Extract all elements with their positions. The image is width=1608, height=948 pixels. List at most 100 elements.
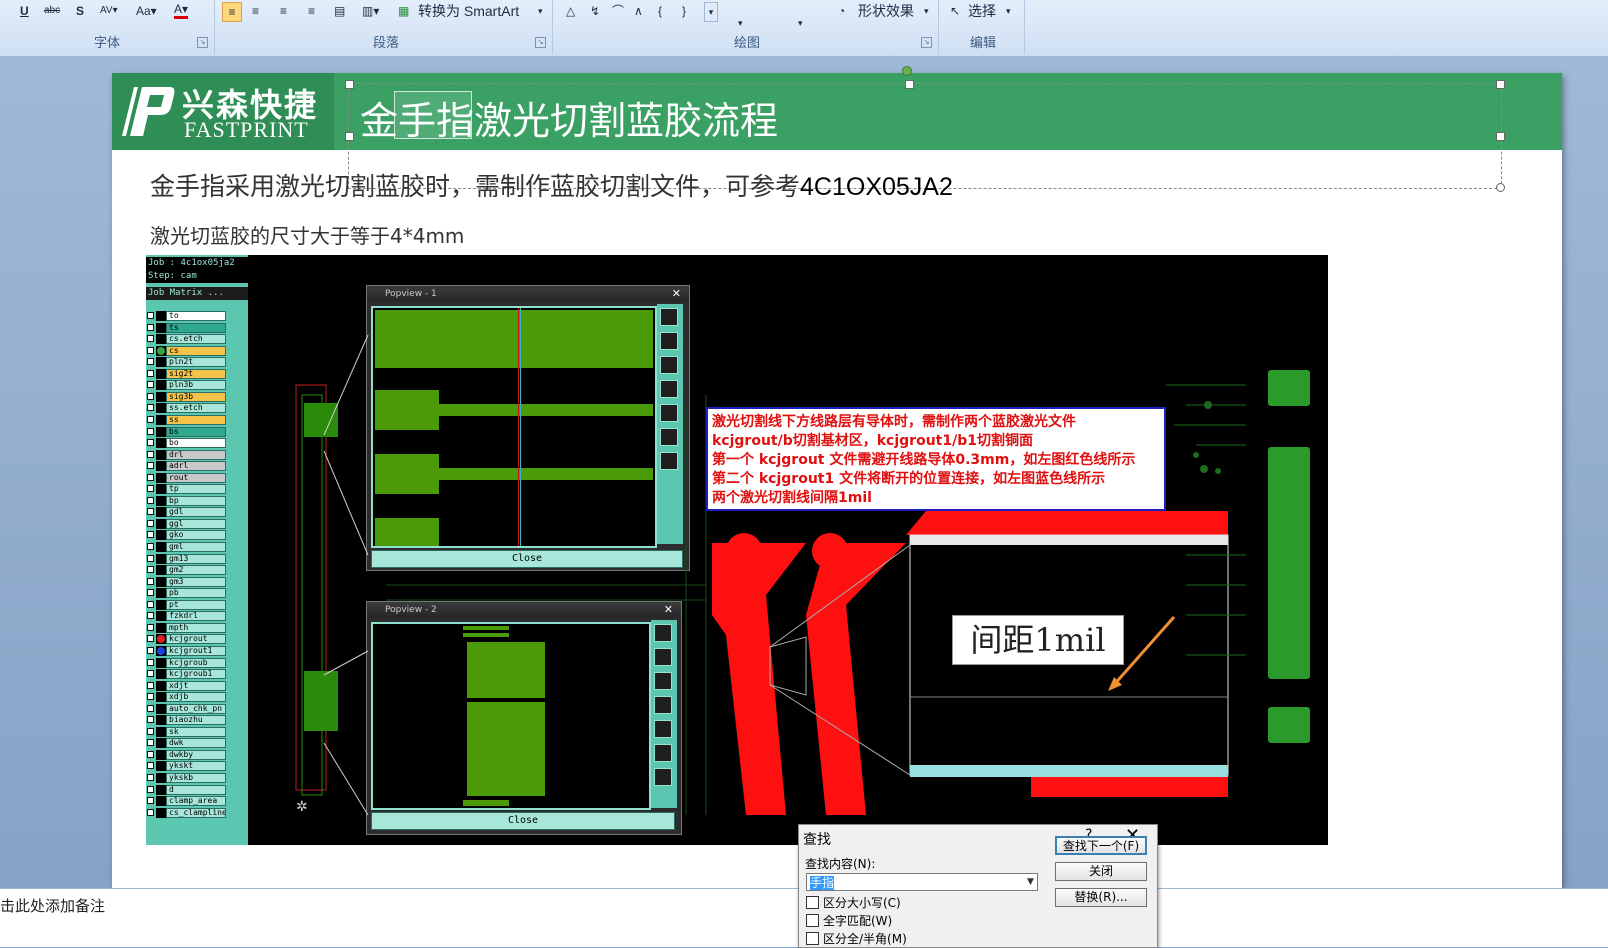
fit-icon[interactable] (660, 428, 678, 446)
layer-checkbox[interactable] (147, 369, 154, 377)
layer-row[interactable]: cs (146, 345, 248, 356)
fit-icon[interactable] (654, 768, 672, 786)
layer-checkbox[interactable] (147, 612, 154, 620)
layer-row[interactable]: pb (146, 588, 248, 599)
quick-styles-dropdown-icon[interactable]: ▾ (798, 14, 803, 32)
select-button[interactable]: 选择 (968, 2, 996, 20)
shape-brace-right-icon[interactable]: } (682, 2, 686, 20)
layer-row[interactable]: auto_chk_pn (146, 703, 248, 714)
match-width-checkbox[interactable]: 区分全/半角(M) (806, 930, 907, 947)
font-dialog-launcher-icon[interactable]: ↘ (197, 37, 208, 48)
shadow-icon[interactable]: S (76, 2, 84, 20)
pan-icon[interactable] (660, 380, 678, 398)
layer-checkbox[interactable] (147, 750, 154, 758)
layer-row[interactable]: pln3b (146, 380, 248, 391)
layer-checkbox[interactable] (147, 646, 154, 654)
layer-row[interactable]: ss (146, 414, 248, 425)
resize-handle[interactable] (1496, 80, 1505, 89)
pan-icon[interactable] (660, 404, 678, 422)
layer-checkbox[interactable] (147, 485, 154, 493)
layer-row[interactable]: kcjgrout (146, 634, 248, 645)
pan-icon[interactable] (660, 332, 678, 350)
layer-checkbox[interactable] (147, 716, 154, 724)
layer-row[interactable]: sk (146, 726, 248, 737)
layer-row[interactable]: gko (146, 530, 248, 541)
close-icon[interactable]: ✕ (672, 286, 681, 301)
layer-row[interactable]: dwk (146, 738, 248, 749)
layer-checkbox[interactable] (147, 358, 154, 366)
layer-row[interactable]: kcjgrout1 (146, 645, 248, 656)
layer-checkbox[interactable] (147, 335, 154, 343)
layer-checkbox[interactable] (147, 658, 154, 666)
strikethrough-icon[interactable]: abc (44, 2, 60, 20)
shape-arc-icon[interactable]: ⌒ (612, 2, 624, 20)
replace-button[interactable]: 替换(R)... (1055, 888, 1147, 907)
layer-checkbox[interactable] (147, 635, 154, 643)
layer-checkbox[interactable] (147, 462, 154, 470)
layer-row[interactable]: gm3 (146, 576, 248, 587)
layer-row[interactable]: clamp_area (146, 796, 248, 807)
layer-checkbox[interactable] (147, 439, 154, 447)
layer-checkbox[interactable] (147, 774, 154, 781)
find-next-button[interactable]: 查找下一个(F) (1055, 836, 1147, 855)
fit-icon[interactable] (654, 720, 672, 738)
layer-checkbox[interactable] (147, 404, 154, 412)
shape-effect-dropdown-icon[interactable]: ▾ (924, 2, 929, 20)
select-dropdown-icon[interactable]: ▾ (1006, 2, 1011, 20)
layer-row[interactable]: adrl (146, 461, 248, 472)
layer-checkbox[interactable] (147, 543, 154, 550)
shape-lock-icon[interactable]: △ (566, 2, 575, 20)
layer-row[interactable]: bs (146, 426, 248, 437)
popview-1-close-button[interactable]: Close (371, 550, 683, 568)
layer-checkbox[interactable] (147, 473, 154, 481)
distribute-icon[interactable]: ▤ (334, 2, 345, 20)
zoom-icon[interactable] (654, 624, 672, 642)
arrange-dropdown-icon[interactable]: ▾ (738, 14, 743, 32)
underline-icon[interactable]: U (20, 2, 29, 20)
layer-row[interactable]: mpth (146, 622, 248, 633)
layer-checkbox[interactable] (147, 323, 154, 331)
layer-row[interactable]: ykskb (146, 773, 248, 783)
find-what-input[interactable]: 手指 (806, 873, 1038, 891)
fit-icon[interactable] (660, 452, 678, 470)
pan-icon[interactable] (654, 696, 672, 714)
layer-row[interactable]: ts (146, 322, 248, 333)
change-case-icon[interactable]: Aa▾ (136, 2, 157, 20)
layer-checkbox[interactable] (147, 427, 154, 435)
convert-smartart-button[interactable]: 转换为 SmartArt (418, 2, 519, 20)
layer-checkbox[interactable] (147, 496, 154, 504)
popview-2-close-button[interactable]: Close (371, 812, 675, 830)
whole-word-checkbox[interactable]: 全字匹配(W) (806, 912, 892, 929)
layer-checkbox[interactable] (147, 346, 154, 354)
resize-handle[interactable] (1496, 183, 1505, 192)
layer-row[interactable]: ykskt (146, 761, 248, 772)
layer-row[interactable]: gm2 (146, 565, 248, 576)
layer-row[interactable]: cs_clampline (146, 807, 248, 818)
layer-row[interactable]: rout (146, 472, 248, 483)
pan-icon[interactable] (654, 648, 672, 666)
resize-handle[interactable] (1496, 132, 1505, 141)
layer-row[interactable]: d (146, 784, 248, 795)
layer-row[interactable]: pt (146, 599, 248, 610)
shape-effect-button[interactable]: 形状效果 (858, 2, 914, 20)
layer-row[interactable]: sig2t (146, 368, 248, 379)
layer-row[interactable]: gm13 (146, 553, 248, 564)
layer-row[interactable]: kcjgroub (146, 657, 248, 668)
layer-row[interactable]: cs.etch (146, 334, 248, 345)
smartart-icon[interactable]: ▦ (398, 2, 409, 20)
rotate-handle[interactable] (902, 66, 912, 76)
drawing-dialog-launcher-icon[interactable]: ↘ (921, 37, 932, 48)
cursor-icon[interactable]: ↖ (950, 2, 960, 20)
resize-handle[interactable] (905, 80, 914, 89)
layer-row[interactable]: bo (146, 438, 248, 449)
body-text-line-2[interactable]: 激光切蓝胶的尺寸大于等于4*4mm (150, 220, 464, 249)
justify-icon[interactable]: ≡ (308, 2, 315, 20)
layer-row[interactable]: kcjgroub1 (146, 669, 248, 680)
layer-row[interactable]: pln2t (146, 357, 248, 368)
columns-icon[interactable]: ▥▾ (362, 2, 379, 20)
pan-icon[interactable] (654, 672, 672, 690)
notes-placeholder[interactable]: 击此处添加备注 (0, 895, 105, 916)
layer-row[interactable]: dwkby (146, 749, 248, 760)
align-center-icon[interactable]: ≡ (252, 2, 259, 20)
layer-checkbox[interactable] (147, 415, 154, 423)
